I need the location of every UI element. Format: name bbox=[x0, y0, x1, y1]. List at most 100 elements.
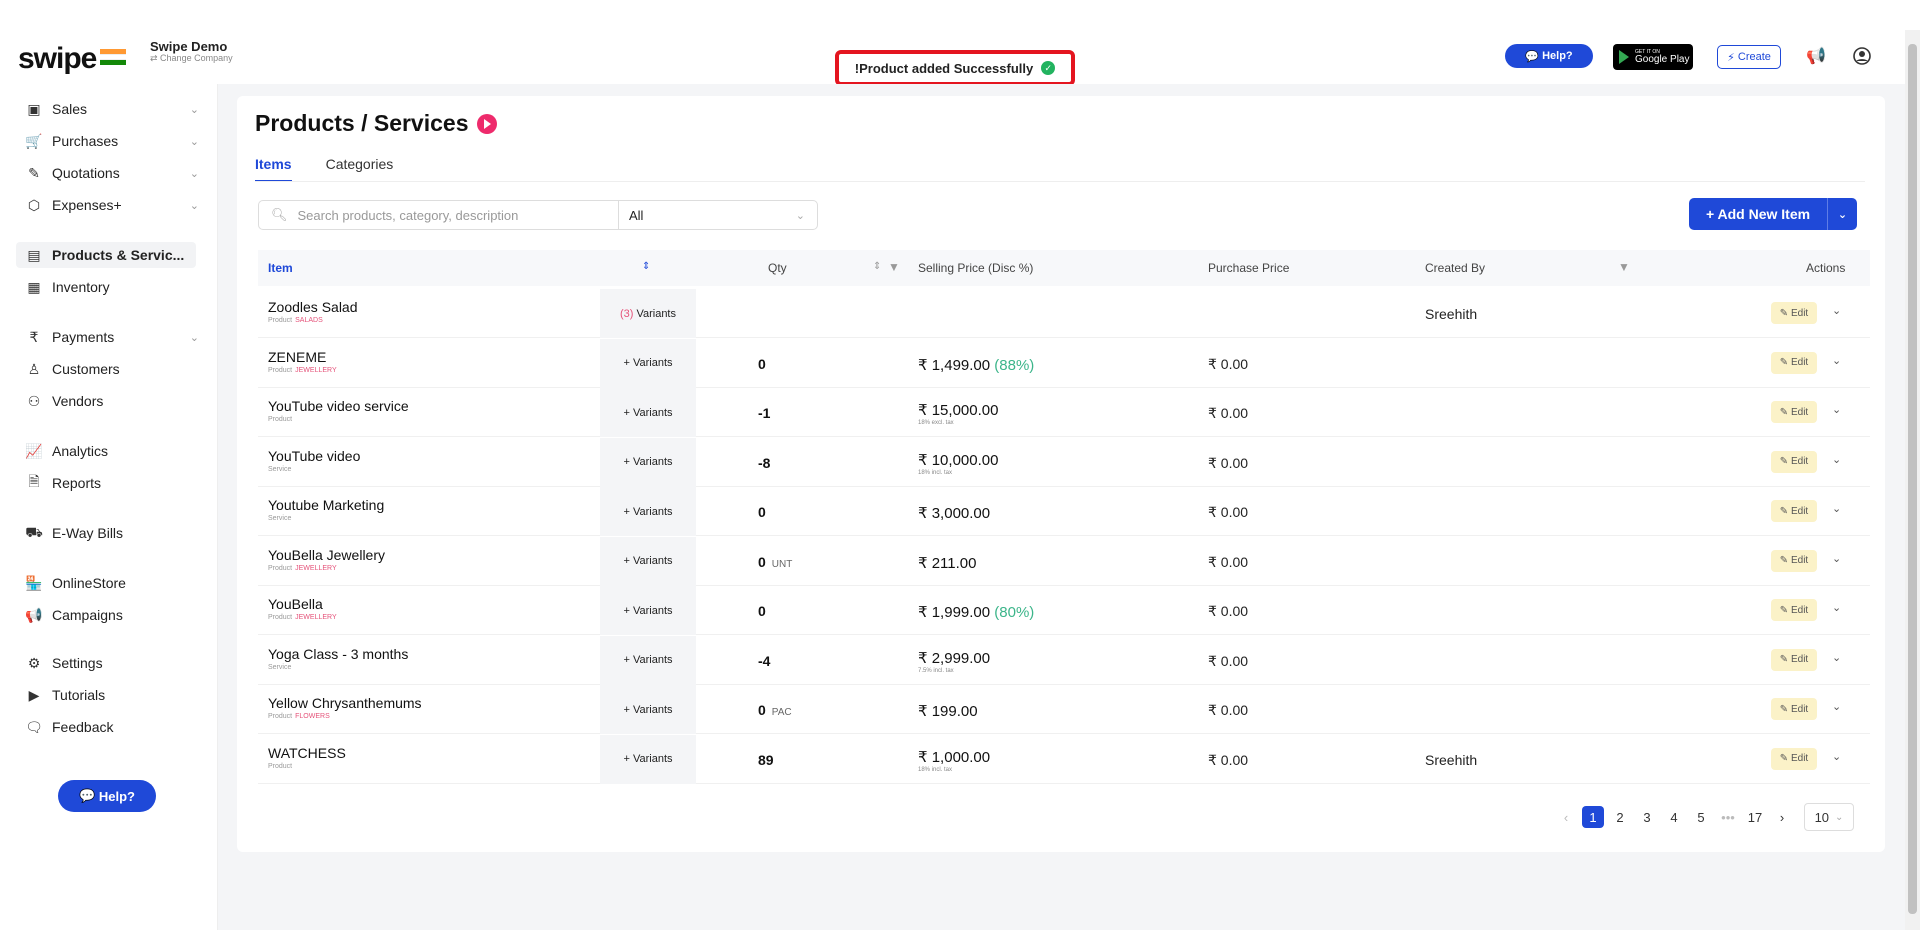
sidebar-item-expenses[interactable]: ⬡ Expenses+ ⌄ bbox=[24, 192, 199, 218]
sidebar-item-feedback[interactable]: 🗨 Feedback bbox=[24, 714, 199, 740]
sidebar-help-button[interactable]: 💬 Help? bbox=[58, 780, 156, 812]
chevron-down-icon[interactable]: ⌄ bbox=[1832, 453, 1841, 466]
add-variants-button[interactable]: + Variants bbox=[600, 586, 696, 635]
chevron-down-icon[interactable]: ⌄ bbox=[1832, 552, 1841, 565]
sidebar-item-quotations[interactable]: ✎ Quotations ⌄ bbox=[24, 160, 199, 186]
item-name[interactable]: ZENEME bbox=[268, 349, 326, 365]
tab-items[interactable]: Items bbox=[255, 156, 292, 182]
search-input[interactable]: 🔍︎ Search products, category, description bbox=[258, 200, 618, 230]
table-row[interactable]: YouBella Jewellery Product JEWELLERY + Vari… bbox=[258, 536, 1870, 586]
add-variants-button[interactable]: + Variants bbox=[600, 536, 696, 586]
play-video-icon[interactable] bbox=[476, 113, 497, 134]
page-4[interactable]: 4 bbox=[1663, 806, 1685, 828]
table-row[interactable]: WATCHESS Product + Variants 89 ₹ 1,000.00 18… bbox=[258, 734, 1870, 784]
sidebar-item-sales[interactable]: ▣ Sales ⌄ bbox=[24, 96, 199, 122]
logo[interactable]: swipe bbox=[18, 42, 127, 76]
col-purchase-price[interactable]: Purchase Price bbox=[1208, 261, 1289, 275]
page-1[interactable]: 1 bbox=[1582, 806, 1604, 828]
item-name[interactable]: Zoodles Salad bbox=[268, 299, 358, 315]
sidebar-item-payments[interactable]: ₹ Payments ⌄ bbox=[24, 324, 199, 350]
account-icon[interactable] bbox=[1852, 46, 1872, 66]
variants-button[interactable]: (3) Variants bbox=[600, 289, 696, 338]
category-filter-select[interactable]: All ⌄ bbox=[618, 200, 818, 230]
chevron-down-icon[interactable]: ⌄ bbox=[1832, 601, 1841, 614]
table-row[interactable]: Yellow Chrysanthemums Product FLOWERS + Var… bbox=[258, 685, 1870, 734]
sidebar-item-customers[interactable]: ♙ Customers bbox=[24, 356, 199, 382]
chevron-down-icon[interactable]: ⌄ bbox=[1832, 750, 1841, 763]
sidebar-item-inventory[interactable]: ▦ Inventory bbox=[24, 274, 199, 300]
sidebar-item-reports[interactable]: 🗎 Reports bbox=[24, 470, 199, 496]
filter-icon[interactable]: ▼ bbox=[888, 260, 900, 274]
item-name[interactable]: YouTube video bbox=[268, 448, 360, 464]
add-variants-button[interactable]: + Variants bbox=[600, 437, 696, 487]
chevron-down-icon[interactable]: ⌄ bbox=[1832, 651, 1841, 664]
sort-icon[interactable]: ⇕ bbox=[642, 261, 650, 272]
edit-button[interactable]: ✎ Edit bbox=[1771, 549, 1817, 572]
company-switcher[interactable]: Swipe Demo ⇄ Change Company bbox=[150, 39, 233, 64]
table-row[interactable]: ZENEME Product JEWELLERY + Variants 0 ₹ 1,499… bbox=[258, 338, 1870, 388]
edit-button[interactable]: ✎ Edit bbox=[1771, 648, 1817, 671]
sidebar-item-products[interactable]: ▤ Products & Servic... bbox=[16, 242, 196, 268]
add-variants-button[interactable]: + Variants bbox=[600, 734, 696, 784]
edit-button[interactable]: ✎ Edit bbox=[1771, 698, 1817, 720]
sidebar-item-settings[interactable]: ⚙ Settings bbox=[24, 650, 199, 676]
megaphone-icon[interactable]: 📢 bbox=[1806, 46, 1826, 66]
add-new-item-button[interactable]: + Add New Item ⌄ bbox=[1689, 198, 1857, 230]
page-5[interactable]: 5 bbox=[1690, 806, 1712, 828]
item-name[interactable]: WATCHESS bbox=[268, 745, 346, 761]
chevron-down-icon[interactable]: ⌄ bbox=[1832, 354, 1841, 367]
table-row[interactable]: YouBella Product JEWELLERY + Variants 0 ₹ 1,9… bbox=[258, 586, 1870, 635]
table-row[interactable]: Zoodles Salad Product SALADS (3) Variants Sr… bbox=[258, 289, 1870, 338]
sidebar-item-campaigns[interactable]: 📢 Campaigns bbox=[24, 602, 199, 628]
col-created-by[interactable]: Created By bbox=[1425, 261, 1485, 275]
sidebar-item-analytics[interactable]: 📈 Analytics bbox=[24, 438, 199, 464]
sidebar-item-onlinestore[interactable]: 🏪 OnlineStore bbox=[24, 570, 199, 596]
edit-button[interactable]: ✎ Edit bbox=[1771, 747, 1817, 770]
chevron-down-icon[interactable]: ⌄ bbox=[1832, 502, 1841, 515]
table-row[interactable]: YouTube video Service + Variants -8 ₹ 10,000… bbox=[258, 437, 1870, 487]
edit-button[interactable]: ✎ Edit bbox=[1771, 401, 1817, 423]
item-name[interactable]: Yoga Class - 3 months bbox=[268, 646, 408, 662]
next-page-button[interactable]: › bbox=[1771, 806, 1793, 828]
edit-button[interactable]: ✎ Edit bbox=[1771, 450, 1817, 473]
change-company-link[interactable]: ⇄ Change Company bbox=[150, 53, 233, 64]
sidebar-item-eway-bills[interactable]: ⛟ E-Way Bills bbox=[24, 520, 199, 546]
item-name[interactable]: YouTube video service bbox=[268, 398, 409, 414]
google-play-badge[interactable]: GET IT ON Google Play bbox=[1613, 44, 1693, 70]
filter-icon[interactable]: ▼ bbox=[1618, 260, 1630, 274]
sidebar-item-purchases[interactable]: 🛒 Purchases ⌄ bbox=[24, 128, 199, 154]
create-button[interactable]: ⚡ Create bbox=[1717, 45, 1781, 69]
tab-categories[interactable]: Categories bbox=[326, 156, 394, 182]
chevron-down-icon[interactable]: ⌄ bbox=[1832, 304, 1841, 317]
help-button[interactable]: 💬 Help? bbox=[1505, 44, 1593, 68]
add-variants-button[interactable]: + Variants bbox=[600, 388, 696, 437]
page-2[interactable]: 2 bbox=[1609, 806, 1631, 828]
add-variants-button[interactable]: + Variants bbox=[600, 635, 696, 685]
prev-page-button[interactable]: ‹ bbox=[1555, 806, 1577, 828]
col-item[interactable]: Item bbox=[268, 261, 293, 275]
sidebar-item-tutorials[interactable]: ▶ Tutorials bbox=[24, 682, 199, 708]
edit-button[interactable]: ✎ Edit bbox=[1771, 302, 1817, 324]
add-variants-button[interactable]: + Variants bbox=[600, 338, 696, 388]
edit-button[interactable]: ✎ Edit bbox=[1771, 500, 1817, 522]
add-variants-button[interactable]: + Variants bbox=[600, 685, 696, 734]
col-qty[interactable]: Qty bbox=[768, 261, 787, 275]
item-name[interactable]: YouBella bbox=[268, 596, 323, 612]
table-row[interactable]: Youtube Marketing Service + Variants 0 ₹ 3,0… bbox=[258, 487, 1870, 536]
more-pages[interactable]: ••• bbox=[1717, 806, 1739, 828]
page-size-select[interactable]: 10 ⌄ bbox=[1804, 803, 1854, 831]
item-name[interactable]: YouBella Jewellery bbox=[268, 547, 385, 563]
edit-button[interactable]: ✎ Edit bbox=[1771, 351, 1817, 374]
chevron-down-icon[interactable]: ⌄ bbox=[1832, 700, 1841, 713]
sort-icon[interactable]: ⇕ bbox=[873, 261, 881, 272]
page-3[interactable]: 3 bbox=[1636, 806, 1658, 828]
chevron-down-icon[interactable]: ⌄ bbox=[1827, 198, 1857, 230]
table-row[interactable]: YouTube video service Product + Variants -1… bbox=[258, 388, 1870, 437]
page-scrollbar[interactable] bbox=[1905, 30, 1920, 930]
edit-button[interactable]: ✎ Edit bbox=[1771, 599, 1817, 621]
add-variants-button[interactable]: + Variants bbox=[600, 487, 696, 536]
item-name[interactable]: Youtube Marketing bbox=[268, 497, 384, 513]
sidebar-item-vendors[interactable]: ⚇ Vendors bbox=[24, 388, 199, 414]
table-row[interactable]: Yoga Class - 3 months Service + Variants -4… bbox=[258, 635, 1870, 685]
page-17[interactable]: 17 bbox=[1744, 806, 1766, 828]
